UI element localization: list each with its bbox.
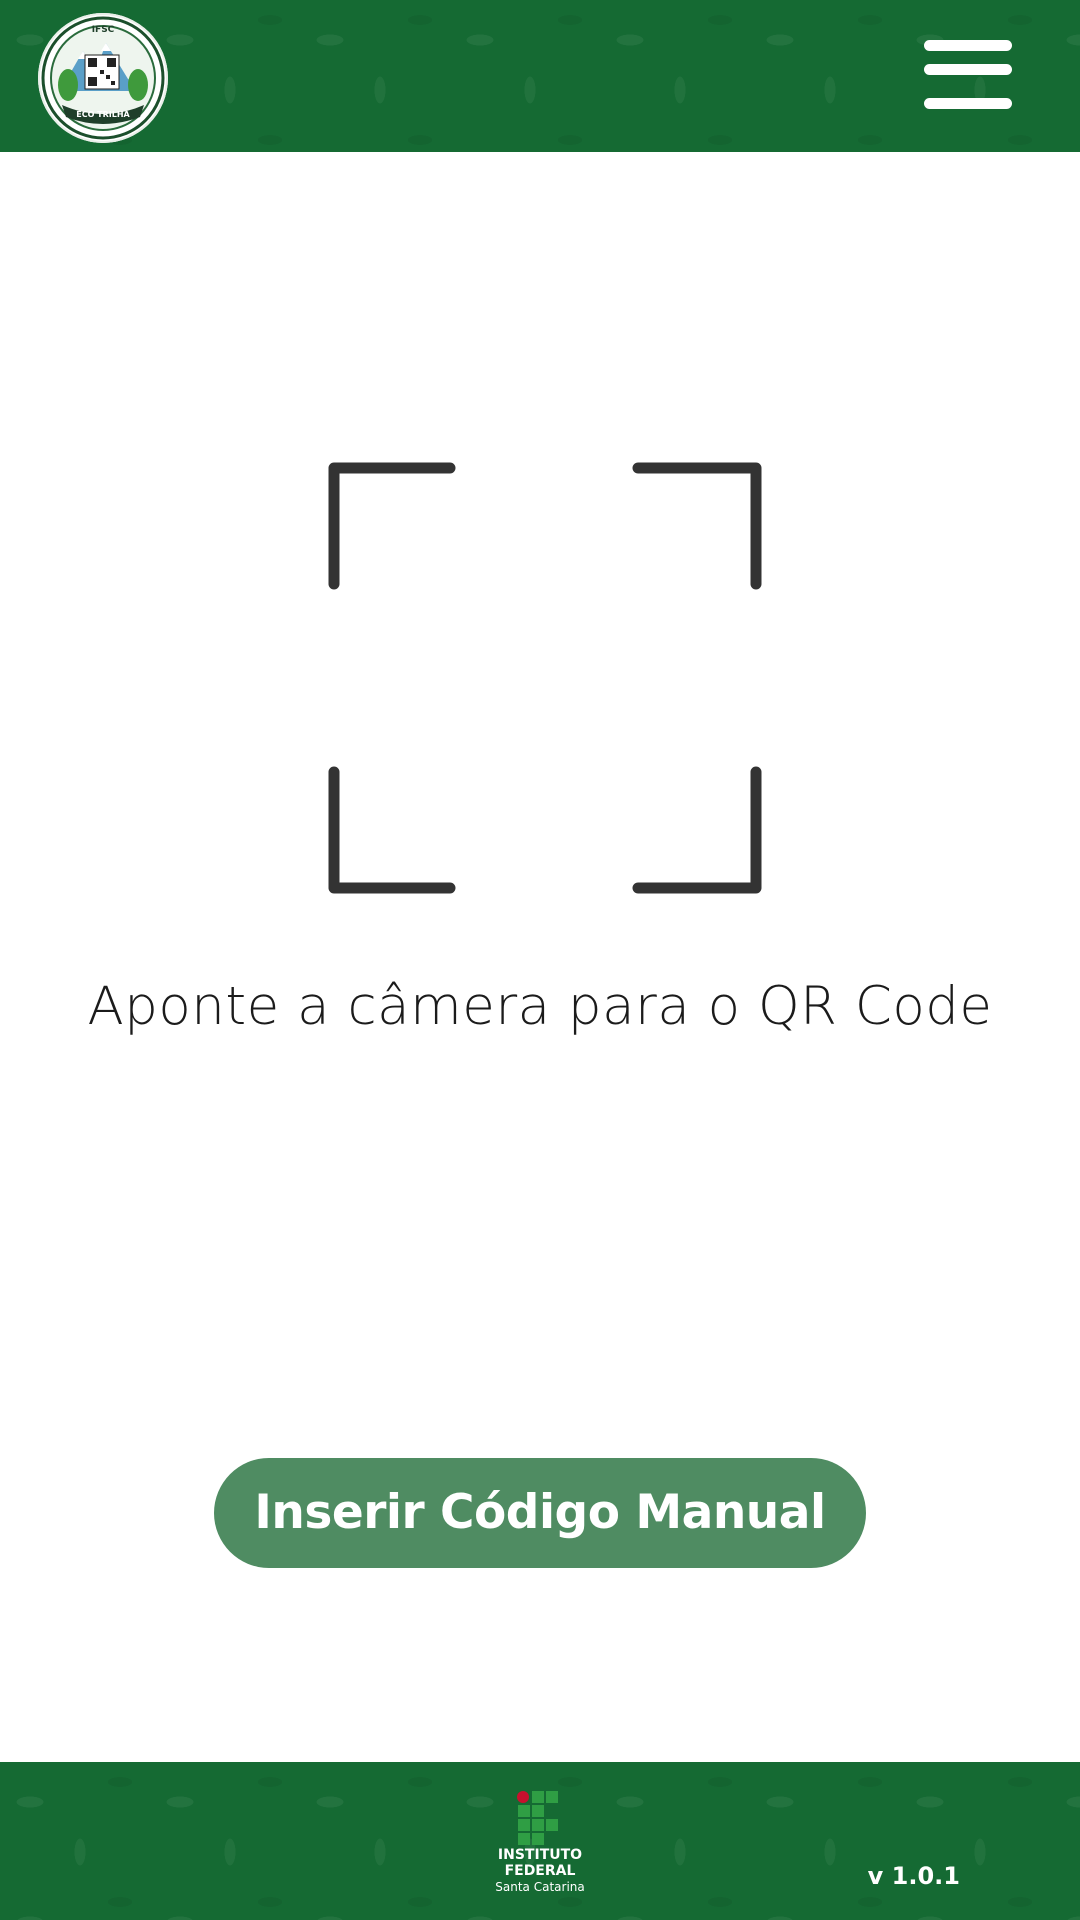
app-footer: INSTITUTO FEDERAL Santa Catarina bbox=[0, 1762, 1080, 1920]
scan-corner-top-right bbox=[632, 462, 762, 590]
qr-scan-frame-icon bbox=[326, 460, 766, 900]
app-version: v 1.0.1 bbox=[867, 1862, 960, 1890]
if-institution-name: INSTITUTO FEDERAL Santa Catarina bbox=[490, 1847, 590, 1895]
menu-bar-middle bbox=[924, 64, 1012, 75]
logo-banner-text: ECO TRILHA bbox=[76, 110, 130, 119]
menu-bar-top bbox=[924, 40, 1012, 51]
if-line-instituto: INSTITUTO bbox=[497, 1847, 583, 1863]
scan-corner-bottom-right bbox=[632, 766, 762, 894]
if-line-campus: Santa Catarina bbox=[495, 1880, 585, 1894]
hamburger-menu-icon[interactable] bbox=[920, 38, 1014, 112]
scan-corner-bottom-left bbox=[328, 766, 456, 894]
eco-trilha-logo[interactable]: IFSC ECO TRILHA bbox=[38, 13, 168, 143]
menu-bar-bottom bbox=[924, 98, 1012, 109]
instituto-federal-logo: INSTITUTO FEDERAL Santa Catarina bbox=[490, 1790, 590, 1908]
qr-scanner-screen: IFSC ECO TRILHA Aponte a câmera para o Q… bbox=[0, 0, 1080, 1920]
eco-trilha-emblem-icon: IFSC ECO TRILHA bbox=[41, 16, 165, 140]
scan-corner-top-left bbox=[328, 462, 456, 590]
if-line-federal: FEDERAL bbox=[504, 1863, 576, 1879]
if-grid-icon bbox=[517, 1791, 558, 1845]
logo-top-text: IFSC bbox=[92, 25, 115, 35]
app-header: IFSC ECO TRILHA bbox=[0, 0, 1080, 152]
scan-instruction-text: Aponte a câmera para o QR Code bbox=[87, 976, 993, 1037]
manual-code-button[interactable]: Inserir Código Manual bbox=[214, 1458, 866, 1568]
